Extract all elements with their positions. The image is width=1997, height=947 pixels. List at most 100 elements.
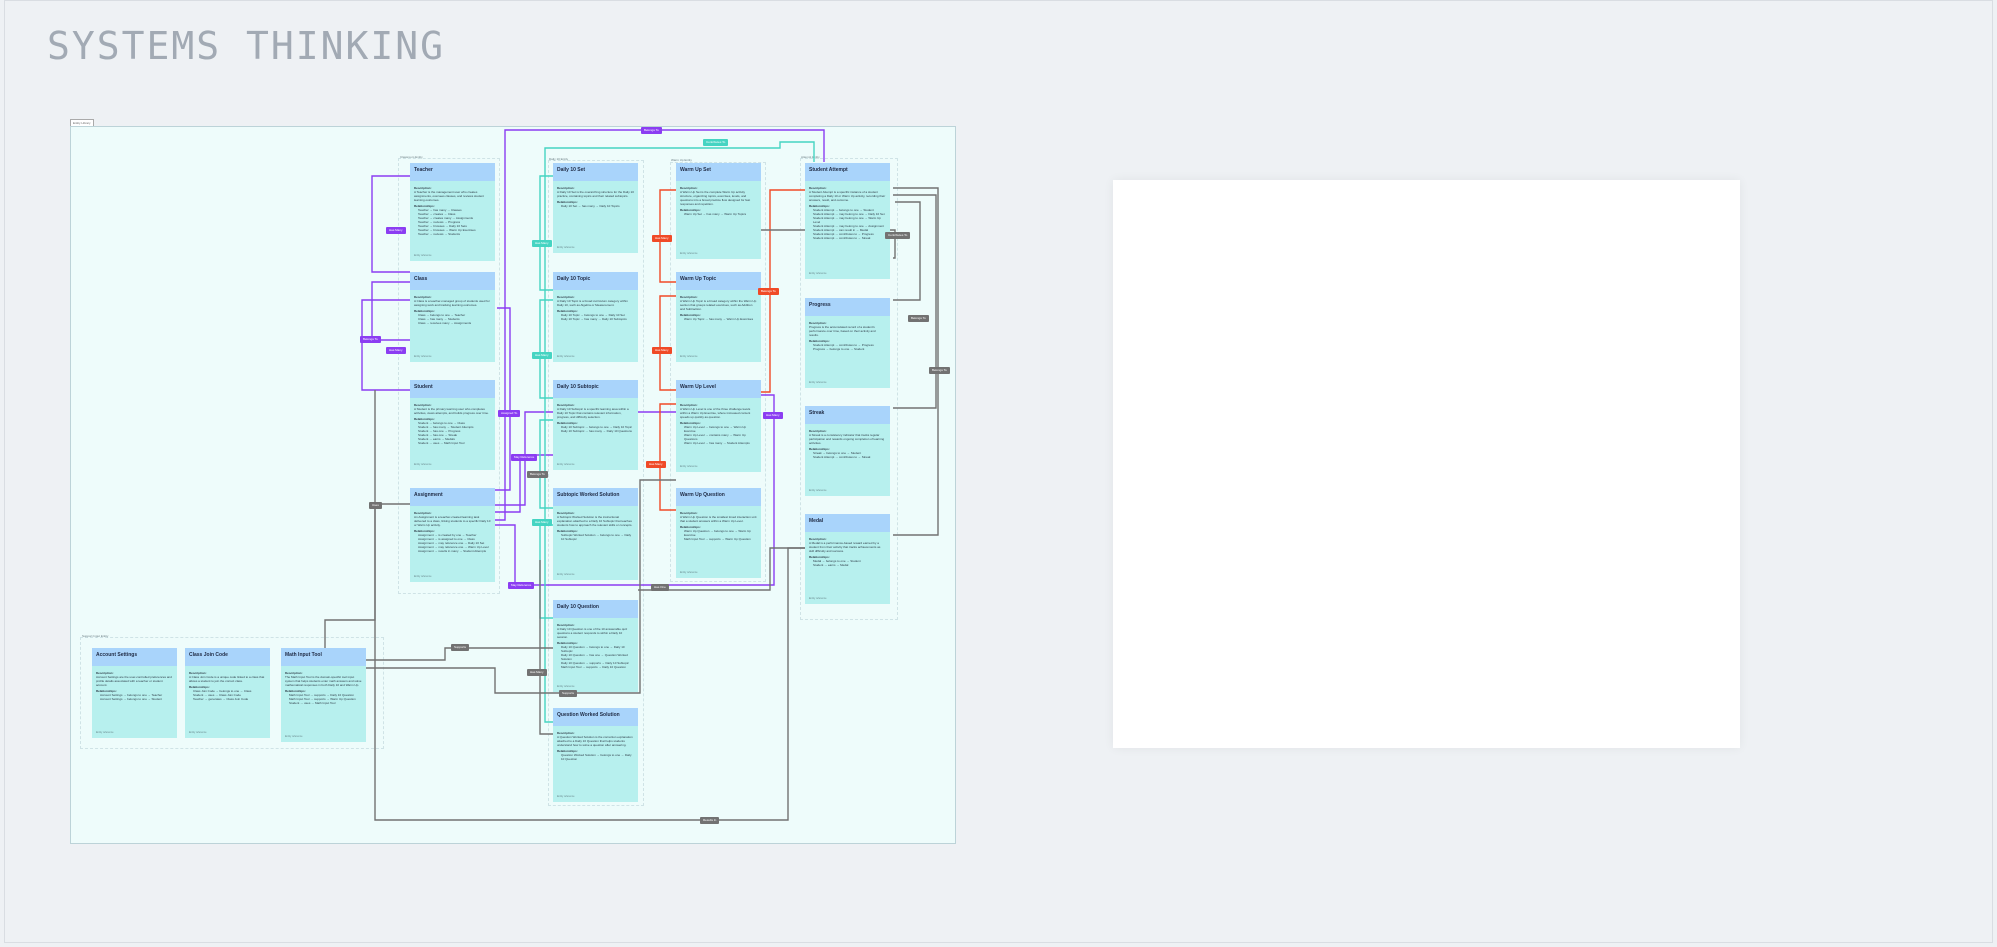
card-footer: Entity reference bbox=[557, 685, 575, 688]
card-description: An Assignment is a teacher-created learn… bbox=[414, 515, 491, 527]
card-description: A Daily 10 Set is the overarching struct… bbox=[557, 190, 634, 198]
entity-card-subtopic-worked-solution[interactable]: Subtopic Worked Solution Description: A Su… bbox=[553, 488, 638, 580]
card-title: Account Settings bbox=[92, 648, 177, 666]
entity-card-warmup-level[interactable]: Warm Up Level Description: A Warm Up Level… bbox=[676, 380, 761, 472]
card-title: Medal bbox=[805, 514, 890, 532]
relationship-item: Daily 10 Question → belongs to one → Dai… bbox=[561, 645, 625, 653]
entity-card-warmup-question[interactable]: Warm Up Question Description: A Warm Up Qu… bbox=[676, 488, 761, 578]
edge-label[interactable]: Belongs To bbox=[360, 336, 381, 343]
edge-label[interactable]: May Reference bbox=[508, 582, 535, 589]
card-description: A Question Worked Solution is the correc… bbox=[557, 735, 633, 747]
card-description: A Daily 10 Subtopic is a specific learni… bbox=[557, 407, 629, 419]
entity-card-class-join-code[interactable]: Class Join Code Description: A Class Join … bbox=[185, 648, 270, 738]
card-footer: Entity reference bbox=[680, 252, 698, 255]
entity-card-assignment[interactable]: Assignment Description: An Assignment is a… bbox=[410, 488, 495, 582]
entity-card-streak[interactable]: Streak Description: A Streak is a consiste… bbox=[805, 406, 890, 496]
card-description: A Medal is a performance-based reward ea… bbox=[809, 541, 881, 553]
group-label: Support Input Entity bbox=[82, 634, 109, 638]
edge-label[interactable]: Results In bbox=[700, 817, 720, 824]
edge-label[interactable]: Has One bbox=[651, 584, 669, 591]
edge-label[interactable]: Has Many bbox=[532, 240, 552, 247]
relationship-item: Student → uses → Math Input Tool bbox=[289, 701, 336, 705]
relationship-item: Warm Up Topic → has many → Warm Up Exerc… bbox=[684, 317, 754, 321]
relationship-item: Student Attempt → contributes to → Strea… bbox=[813, 455, 871, 459]
relationship-item: Daily 10 Question → has one → Question W… bbox=[561, 653, 628, 661]
entity-card-daily10-subtopic[interactable]: Daily 10 Subtopic Description: A Daily 10 … bbox=[553, 380, 638, 470]
card-title: Question Worked Solution bbox=[553, 708, 638, 726]
entity-card-medal[interactable]: Medal Description: A Medal is a performanc… bbox=[805, 514, 890, 604]
entity-card-daily10-set[interactable]: Daily 10 Set Description: A Daily 10 Set i… bbox=[553, 163, 638, 253]
entity-card-progress[interactable]: Progress Description: Progress is the accu… bbox=[805, 298, 890, 388]
relationship-item: Student Attempt → contributes to → Strea… bbox=[813, 236, 871, 240]
card-description: Progress is the accumulated record of a … bbox=[809, 325, 876, 337]
edge-label[interactable]: Has Many bbox=[527, 669, 547, 676]
card-description: A Class is a teacher-managed group of st… bbox=[414, 299, 490, 307]
edge-label[interactable]: Contributes To bbox=[703, 139, 729, 146]
entity-card-account-settings[interactable]: Account Settings Description: Account Sett… bbox=[92, 648, 177, 738]
card-title: Teacher bbox=[410, 163, 495, 181]
edge-label[interactable]: Has Many bbox=[646, 461, 666, 468]
card-title: Subtopic Worked Solution bbox=[553, 488, 638, 506]
entity-card-daily10-topic[interactable]: Daily 10 Topic Description: A Daily 10 Top… bbox=[553, 272, 638, 362]
card-footer: Entity reference bbox=[809, 489, 827, 492]
card-title: Daily 10 Set bbox=[553, 163, 638, 181]
page-title: SYSTEMS THINKING bbox=[47, 24, 446, 68]
edge-label[interactable]: Contributes To bbox=[885, 232, 911, 239]
card-title: Student bbox=[410, 380, 495, 398]
edge-label[interactable]: Uses bbox=[369, 502, 382, 509]
entity-card-student[interactable]: Student Description: A Student is the prim… bbox=[410, 380, 495, 470]
relationship-item: Daily 10 Subtopic → has many → Daily 10 … bbox=[561, 429, 632, 433]
edge-label[interactable]: Supports bbox=[451, 644, 470, 651]
card-title: Math Input Tool bbox=[281, 648, 366, 666]
card-description: Account Settings are the user-controlled… bbox=[96, 675, 172, 687]
card-title: Warm Up Question bbox=[676, 488, 761, 506]
card-title: Daily 10 Subtopic bbox=[553, 380, 638, 398]
blank-canvas-panel[interactable] bbox=[1113, 180, 1740, 748]
card-title: Daily 10 Question bbox=[553, 600, 638, 618]
entity-card-teacher[interactable]: Teacher Description: A Teacher is the mana… bbox=[410, 163, 495, 261]
edge-label[interactable]: May Reference bbox=[511, 454, 538, 461]
entity-card-warmup-set[interactable]: Warm Up Set Description: A Warm Up Set is … bbox=[676, 163, 761, 259]
card-footer: Entity reference bbox=[809, 272, 827, 275]
edge-label[interactable]: Has Many bbox=[763, 412, 783, 419]
entity-card-math-input-tool[interactable]: Math Input Tool Description: The Math Inpu… bbox=[281, 648, 366, 742]
edge-label[interactable]: Belongs To bbox=[758, 288, 779, 295]
entity-card-student-attempt[interactable]: Student Attempt Description: A Student Att… bbox=[805, 163, 890, 279]
card-footer: Entity reference bbox=[809, 597, 827, 600]
card-description: A Daily 10 Topic is a broad curriculum c… bbox=[557, 299, 628, 307]
card-footer: Entity reference bbox=[680, 355, 698, 358]
entity-card-warmup-topic[interactable]: Warm Up Topic Description: A Warm Up Topic… bbox=[676, 272, 761, 362]
card-footer: Entity reference bbox=[96, 731, 114, 734]
card-title: Streak bbox=[805, 406, 890, 424]
relationship-item: Assignment → results in many → Student A… bbox=[418, 549, 487, 553]
edge-label[interactable]: Belongs To bbox=[929, 367, 950, 374]
edge-label[interactable]: Assigned To bbox=[498, 410, 521, 417]
card-title: Warm Up Set bbox=[676, 163, 761, 181]
card-title: Student Attempt bbox=[805, 163, 890, 181]
entity-card-class[interactable]: Class Description: A Class is a teacher-ma… bbox=[410, 272, 495, 362]
card-description: A Warm Up Level is one of the three chal… bbox=[680, 407, 751, 419]
card-footer: Entity reference bbox=[557, 463, 575, 466]
edge-label[interactable]: Belongs To bbox=[641, 127, 662, 134]
entity-card-question-worked-solution[interactable]: Question Worked Solution Description: A Qu… bbox=[553, 708, 638, 802]
card-title: Class bbox=[410, 272, 495, 290]
edge-label[interactable]: Has Many bbox=[532, 519, 552, 526]
edge-label[interactable]: Belongs To bbox=[527, 471, 548, 478]
relationship-item: Warm Up Level → belongs to one → Warm Up… bbox=[684, 425, 747, 433]
relationship-item: Student → earns → Medal bbox=[813, 563, 849, 567]
edge-label[interactable]: Supports bbox=[559, 690, 578, 697]
edge-label[interactable]: Has Many bbox=[652, 235, 672, 242]
edge-label[interactable]: Has Many bbox=[386, 227, 406, 234]
card-footer: Entity reference bbox=[414, 254, 432, 257]
card-title: Progress bbox=[805, 298, 890, 316]
card-title: Warm Up Topic bbox=[676, 272, 761, 290]
card-title: Daily 10 Topic bbox=[553, 272, 638, 290]
edge-label[interactable]: Belongs To bbox=[908, 315, 929, 322]
card-description: A Teacher is the management user who cre… bbox=[414, 190, 484, 202]
group-label: Classroom Entity bbox=[400, 155, 423, 159]
entity-card-daily10-question[interactable]: Daily 10 Question Description: A Daily 10 … bbox=[553, 600, 638, 692]
edge-label[interactable]: Has Many bbox=[532, 352, 552, 359]
card-footer: Entity reference bbox=[557, 795, 575, 798]
edge-label[interactable]: Has Many bbox=[386, 347, 406, 354]
edge-label[interactable]: Has Many bbox=[652, 347, 672, 354]
